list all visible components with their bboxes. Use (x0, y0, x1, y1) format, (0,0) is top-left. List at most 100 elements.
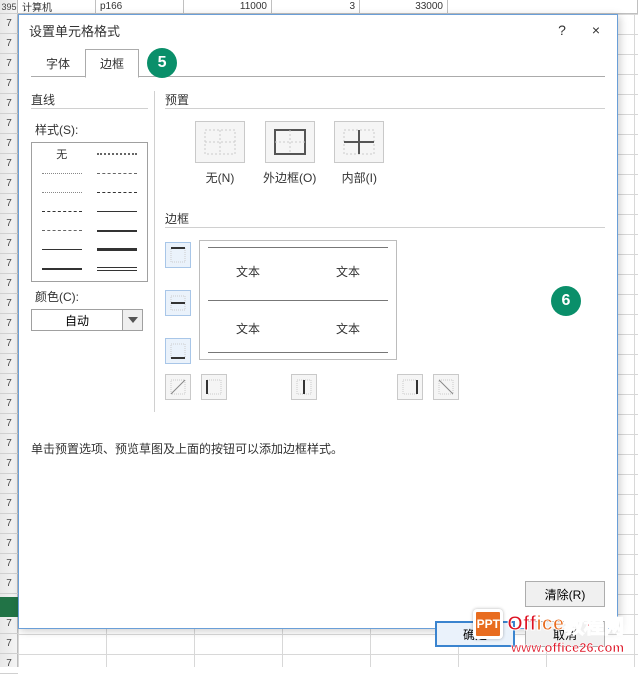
format-cells-dialog: 设置单元格格式 ? × 字体 边框 5 直线 样式(S): 无 (18, 14, 618, 629)
preset-none-icon (195, 121, 245, 163)
tab-border[interactable]: 边框 (85, 49, 139, 78)
color-label: 颜色(C): (35, 288, 148, 305)
style-item[interactable] (90, 164, 146, 182)
close-button[interactable]: × (579, 17, 613, 43)
hint-text: 单击预置选项、预览草图及上面的按钮可以添加边框样式。 (31, 440, 605, 457)
row-header[interactable]: 395 (0, 0, 18, 14)
style-item[interactable] (34, 222, 90, 240)
preset-legend: 预置 (165, 91, 605, 109)
row-header[interactable]: 7 (0, 254, 18, 274)
style-item[interactable] (34, 202, 90, 220)
row-header[interactable]: 7 (0, 154, 18, 174)
color-dropdown-button[interactable] (123, 309, 143, 331)
color-value[interactable]: 自动 (31, 309, 123, 331)
cancel-button[interactable]: 取消 (525, 621, 605, 647)
preset-none[interactable]: 无(N) (195, 121, 245, 186)
row-header[interactable]: 7 (0, 354, 18, 374)
row-header[interactable]: 7 (0, 534, 18, 554)
style-none[interactable]: 无 (34, 145, 90, 163)
border-top-button[interactable] (165, 242, 191, 268)
help-button[interactable]: ? (545, 17, 579, 43)
border-preview[interactable]: 文本 文本 文本 文本 (199, 240, 397, 360)
row-header[interactable]: 7 (0, 334, 18, 354)
border-right-button[interactable] (397, 374, 423, 400)
preview-mid-line (208, 300, 388, 301)
cell[interactable]: 3 (272, 0, 360, 13)
ok-button[interactable]: 确定 (435, 621, 515, 647)
row-header[interactable]: 7 (0, 294, 18, 314)
row-header[interactable]: 7 (0, 394, 18, 414)
clear-row: 清除(R) (31, 581, 605, 607)
border-diag-down-button[interactable] (433, 374, 459, 400)
style-item[interactable] (34, 260, 90, 278)
row-header[interactable]: 7 (0, 374, 18, 394)
style-item[interactable] (90, 183, 146, 201)
row-header[interactable]: 7 (0, 434, 18, 454)
border-fieldset: 边框 (165, 210, 605, 400)
cell[interactable] (448, 0, 638, 13)
left-column: 直线 样式(S): 无 (31, 91, 155, 412)
color-picker[interactable]: 自动 (31, 309, 148, 331)
row-header[interactable]: 7 (0, 314, 18, 334)
style-item[interactable] (90, 222, 146, 240)
preset-outline[interactable]: 外边框(O) (263, 121, 316, 186)
row-header[interactable]: 7 (0, 54, 18, 74)
row-header[interactable]: 7 (0, 114, 18, 134)
cell[interactable]: 33000 (360, 0, 448, 13)
row-header[interactable]: 7 (0, 174, 18, 194)
border-bottom-button[interactable] (165, 338, 191, 364)
row-header[interactable]: 7 (0, 494, 18, 514)
style-item[interactable] (34, 164, 90, 182)
content-area: 直线 样式(S): 无 (31, 91, 605, 412)
row-header[interactable]: 7 (0, 234, 18, 254)
clear-button[interactable]: 清除(R) (525, 581, 605, 607)
preview-text-bl: 文本 (236, 320, 260, 337)
chevron-down-icon (128, 317, 138, 323)
row-header[interactable]: 7 (0, 654, 18, 674)
style-item[interactable] (90, 202, 146, 220)
border-diag-up-button[interactable] (165, 374, 191, 400)
row-header[interactable]: 7 (0, 34, 18, 54)
preset-inside[interactable]: 内部(I) (334, 121, 384, 186)
row-headers: 395 777777777777777777777777777777777 (0, 0, 18, 667)
row-header[interactable]: 7 (0, 634, 18, 654)
row-header[interactable]: 7 (0, 574, 18, 594)
row-header[interactable]: 7 (0, 74, 18, 94)
style-item[interactable] (34, 241, 90, 259)
row-header[interactable]: 7 (0, 94, 18, 114)
row-header[interactable]: 7 (0, 274, 18, 294)
side-buttons-left (165, 242, 191, 364)
titlebar: 设置单元格格式 ? × (19, 15, 617, 45)
row-header[interactable]: 7 (0, 514, 18, 534)
line-style-list[interactable]: 无 (31, 142, 148, 282)
style-item[interactable] (90, 145, 146, 163)
preset-outline-icon (265, 121, 315, 163)
border-left-button[interactable] (201, 374, 227, 400)
preset-outline-label: 外边框(O) (263, 169, 316, 186)
cell[interactable]: p166 (96, 0, 184, 13)
row-header[interactable]: 7 (0, 474, 18, 494)
style-item[interactable] (90, 260, 146, 278)
cell[interactable]: 11000 (184, 0, 272, 13)
row-header[interactable]: 7 (0, 414, 18, 434)
border-middle-v-button[interactable] (291, 374, 317, 400)
cell[interactable]: 计算机 (18, 0, 96, 13)
style-item[interactable] (34, 183, 90, 201)
row-header[interactable]: 7 (0, 214, 18, 234)
row-header[interactable]: 7 (0, 194, 18, 214)
tab-font[interactable]: 字体 (31, 49, 85, 78)
annotation-badge-6: 6 (551, 286, 581, 316)
right-column: 预置 无(N) 外边框(O) (165, 91, 605, 412)
style-item[interactable] (90, 241, 146, 259)
row-header[interactable]: 7 (0, 614, 18, 634)
row-header[interactable]: 7 (0, 554, 18, 574)
row-header[interactable]: 7 (0, 454, 18, 474)
style-label: 样式(S): (35, 121, 148, 138)
preview-text-tl: 文本 (236, 263, 260, 280)
row-header[interactable]: 7 (0, 14, 18, 34)
border-middle-h-button[interactable] (165, 290, 191, 316)
preset-row: 无(N) 外边框(O) 内部(I) (195, 121, 605, 186)
selected-row-header[interactable] (0, 597, 18, 617)
row-header[interactable]: 7 (0, 134, 18, 154)
annotation-badge-5: 5 (147, 48, 177, 78)
